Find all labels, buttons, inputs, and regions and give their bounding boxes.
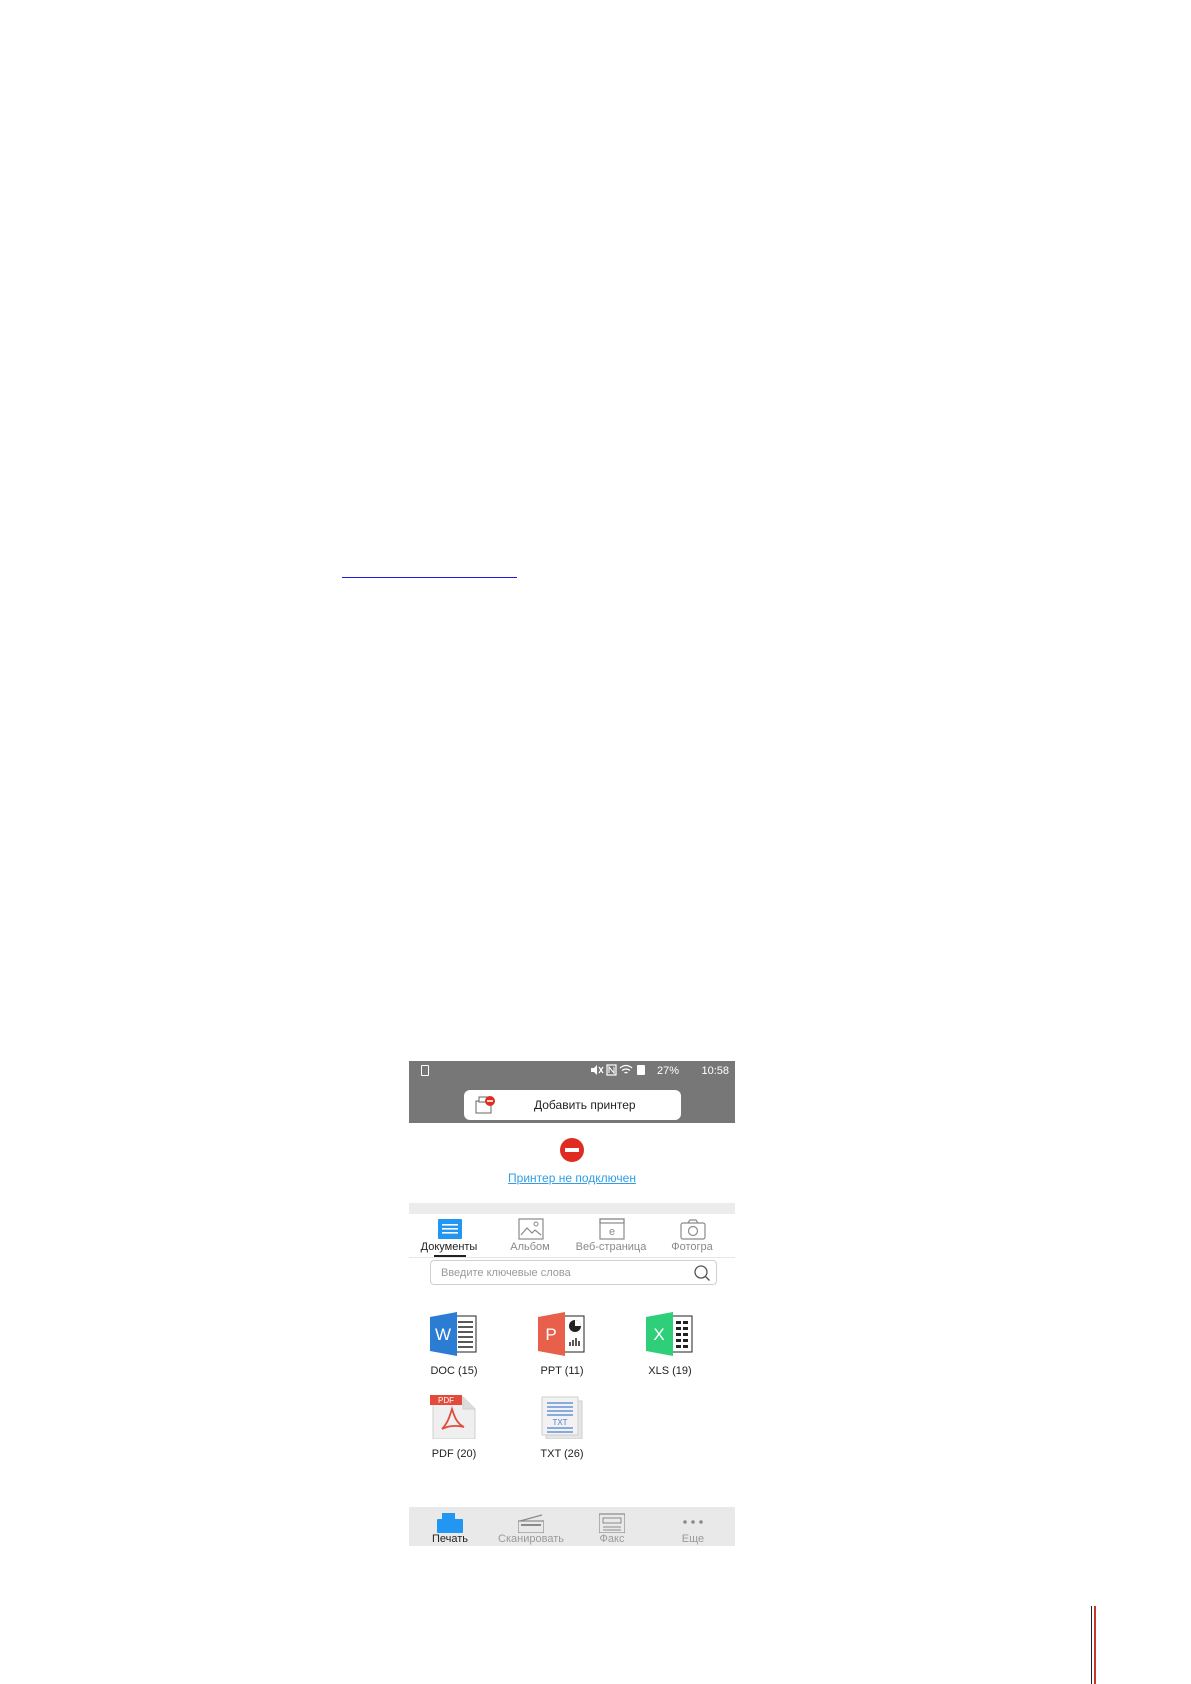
svg-text:PDF: PDF bbox=[438, 1396, 454, 1405]
nav-more[interactable]: Еще bbox=[653, 1507, 733, 1546]
file-type-label: PDF (20) bbox=[431, 1448, 477, 1460]
fax-icon bbox=[599, 1513, 625, 1533]
file-type-txt[interactable]: TXT TXT (26) bbox=[522, 1395, 602, 1465]
status-bar: 27% 10:58 bbox=[409, 1061, 735, 1081]
svg-text:X: X bbox=[653, 1325, 664, 1344]
tab-documents[interactable]: Документы bbox=[409, 1214, 489, 1257]
search-input[interactable] bbox=[441, 1264, 681, 1281]
printer-not-connected-link[interactable]: Принтер не подключен bbox=[409, 1171, 735, 1185]
battery-percentage: 27% bbox=[657, 1065, 680, 1077]
tab-label: Фотогра bbox=[671, 1241, 713, 1253]
nav-print[interactable]: Печать bbox=[410, 1507, 490, 1546]
tab-label: Веб-страница bbox=[575, 1241, 647, 1253]
page-corner-mark bbox=[1091, 1606, 1096, 1684]
tab-album[interactable]: Альбом bbox=[490, 1214, 570, 1257]
nav-label: Еще bbox=[681, 1533, 705, 1545]
pdf-icon: PDF bbox=[430, 1395, 476, 1439]
print-icon bbox=[437, 1513, 463, 1533]
search-icon[interactable] bbox=[693, 1264, 711, 1282]
tab-photo[interactable]: Фотогра bbox=[652, 1214, 732, 1257]
file-type-label: DOC (15) bbox=[430, 1365, 478, 1377]
nav-label: Факс bbox=[599, 1533, 625, 1545]
source-tabs: Документы Альбом e Веб-страница Фотогра bbox=[409, 1214, 735, 1258]
file-type-doc[interactable]: W DOC (15) bbox=[414, 1312, 494, 1382]
section-divider bbox=[409, 1203, 735, 1214]
top-bar: Добавить принтер bbox=[409, 1081, 735, 1123]
file-type-label: XLS (19) bbox=[648, 1365, 692, 1377]
nav-fax[interactable]: Факс bbox=[572, 1507, 652, 1546]
svg-text:TXT: TXT bbox=[552, 1418, 567, 1427]
nav-label: Сканировать bbox=[498, 1533, 564, 1545]
active-tab-indicator bbox=[434, 1255, 466, 1257]
document-icon bbox=[438, 1219, 462, 1239]
add-printer-button[interactable]: Добавить принтер bbox=[464, 1090, 681, 1120]
search-box bbox=[430, 1260, 717, 1285]
printer-status-area: Принтер не подключен bbox=[409, 1123, 735, 1203]
tab-label: Документы bbox=[420, 1241, 478, 1253]
svg-text:W: W bbox=[435, 1325, 451, 1344]
add-printer-label: Добавить принтер bbox=[534, 1098, 636, 1112]
excel-icon: X bbox=[646, 1312, 693, 1356]
file-type-pdf[interactable]: PDF PDF (20) bbox=[414, 1395, 494, 1465]
file-type-ppt[interactable]: P PPT (11) bbox=[522, 1312, 602, 1382]
mute-nfc-wifi-icons bbox=[591, 1064, 645, 1076]
nav-scan[interactable]: Сканировать bbox=[491, 1507, 571, 1546]
nav-label: Печать bbox=[431, 1533, 469, 1545]
web-page-icon: e bbox=[599, 1218, 625, 1240]
bottom-navigation: Печать Сканировать Факс Еще bbox=[409, 1507, 735, 1546]
file-type-label: TXT (26) bbox=[540, 1448, 584, 1460]
printer-error-icon bbox=[560, 1138, 584, 1162]
phone-screenshot: 27% 10:58 Добавить принтер Принтер не по… bbox=[409, 1061, 735, 1546]
word-icon: W bbox=[430, 1312, 477, 1356]
camera-icon bbox=[680, 1219, 706, 1240]
scan-icon bbox=[518, 1514, 544, 1533]
image-icon bbox=[518, 1218, 544, 1240]
svg-text:e: e bbox=[609, 1226, 615, 1238]
tab-web-page[interactable]: e Веб-страница bbox=[571, 1214, 651, 1257]
powerpoint-icon: P bbox=[538, 1312, 585, 1356]
txt-icon: TXT bbox=[541, 1396, 583, 1439]
file-type-xls[interactable]: X XLS (19) bbox=[630, 1312, 710, 1382]
more-icon bbox=[683, 1520, 703, 1524]
svg-text:P: P bbox=[545, 1325, 556, 1344]
tab-label: Альбом bbox=[510, 1241, 550, 1253]
status-icons bbox=[589, 1064, 651, 1079]
file-type-label: PPT (11) bbox=[540, 1365, 584, 1377]
document-link-underline[interactable] bbox=[342, 577, 517, 578]
clock: 10:58 bbox=[701, 1065, 729, 1077]
printer-disconnected-icon bbox=[475, 1096, 495, 1114]
sim-card-icon bbox=[421, 1065, 429, 1076]
